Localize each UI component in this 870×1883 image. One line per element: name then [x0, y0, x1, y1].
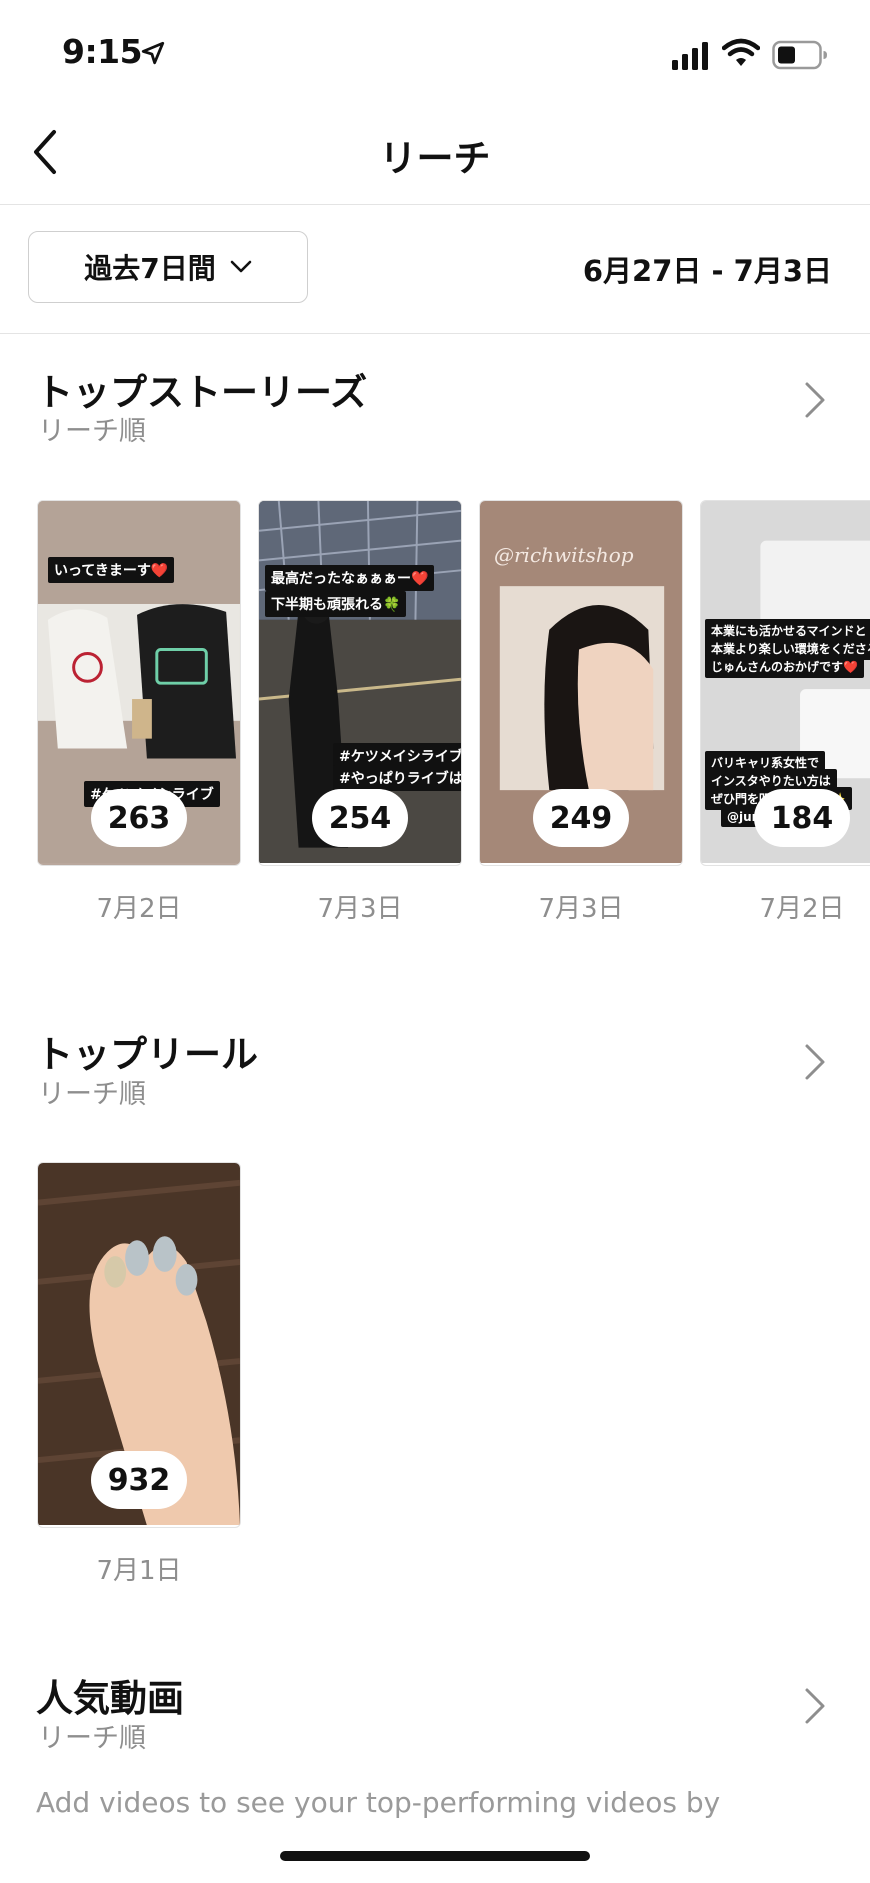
popular-videos-hint: Add videos to see your top-performing vi… [36, 1786, 721, 1819]
header-divider [0, 204, 870, 205]
story-sticker: 最高だったなぁぁぁー❤️ [265, 565, 435, 591]
story-sticker: #やっぱりライブは最高 [333, 765, 461, 791]
story-card[interactable]: @richwitshop 249 [479, 500, 683, 866]
story-date: 7月3日 [317, 894, 403, 924]
reel-card[interactable]: 932 [37, 1162, 241, 1528]
story-date: 7月3日 [538, 894, 624, 924]
top-stories-chevron-right-icon[interactable] [804, 381, 826, 419]
reel-date: 7月1日 [96, 1556, 182, 1586]
battery-icon [772, 40, 827, 70]
popular-videos-subtitle: リーチ順 [38, 1723, 146, 1754]
story-card[interactable]: いってきまーす❤️ #ケツメイシライブ 263 [37, 500, 241, 866]
story-handle-text: @richwitshop [494, 543, 634, 567]
top-stories-title: トップストーリーズ [36, 371, 368, 414]
filter-divider [0, 333, 870, 334]
wifi-icon [722, 38, 760, 66]
top-reels-chevron-right-icon[interactable] [804, 1043, 826, 1081]
story-date: 7月2日 [759, 894, 845, 924]
date-range-text: 6月27日 - 7月3日 [582, 254, 832, 288]
reach-count-badge: 249 [533, 789, 629, 847]
signal-icon [672, 42, 708, 70]
location-arrow-icon [141, 41, 165, 65]
page-title: リーチ [379, 137, 491, 180]
popular-videos-title: 人気動画 [36, 1677, 184, 1720]
date-range-dropdown-label: 過去7日間 [84, 252, 216, 285]
reach-count-badge: 254 [312, 789, 408, 847]
popular-videos-chevron-right-icon[interactable] [804, 1687, 826, 1725]
status-time: 9:15 [62, 32, 143, 71]
chevron-down-icon [230, 260, 252, 273]
reach-count-badge: 263 [91, 789, 187, 847]
home-indicator[interactable] [280, 1851, 590, 1861]
story-card[interactable]: 本業にも活かせるマインドと 本業より楽しい環境をくださる じゅんさんのおかげです… [700, 500, 870, 866]
top-stories-subtitle: リーチ順 [38, 416, 146, 447]
story-sticker: いってきまーす❤️ [48, 557, 175, 583]
reach-count-badge: 184 [754, 789, 850, 847]
story-sticker: 下半期も頑張れる🍀 [265, 591, 407, 617]
story-card[interactable]: 最高だったなぁぁぁー❤️ 下半期も頑張れる🍀 #ケツメイシライブ #やっぱりライ… [258, 500, 462, 866]
story-date: 7月2日 [96, 894, 182, 924]
top-reels-title: トップリール [36, 1033, 258, 1076]
date-range-dropdown[interactable]: 過去7日間 [28, 231, 308, 303]
top-reels-subtitle: リーチ順 [38, 1079, 146, 1110]
story-sticker: じゅんさんのおかげです❤️ [705, 655, 864, 678]
reach-count-badge: 932 [91, 1451, 187, 1509]
